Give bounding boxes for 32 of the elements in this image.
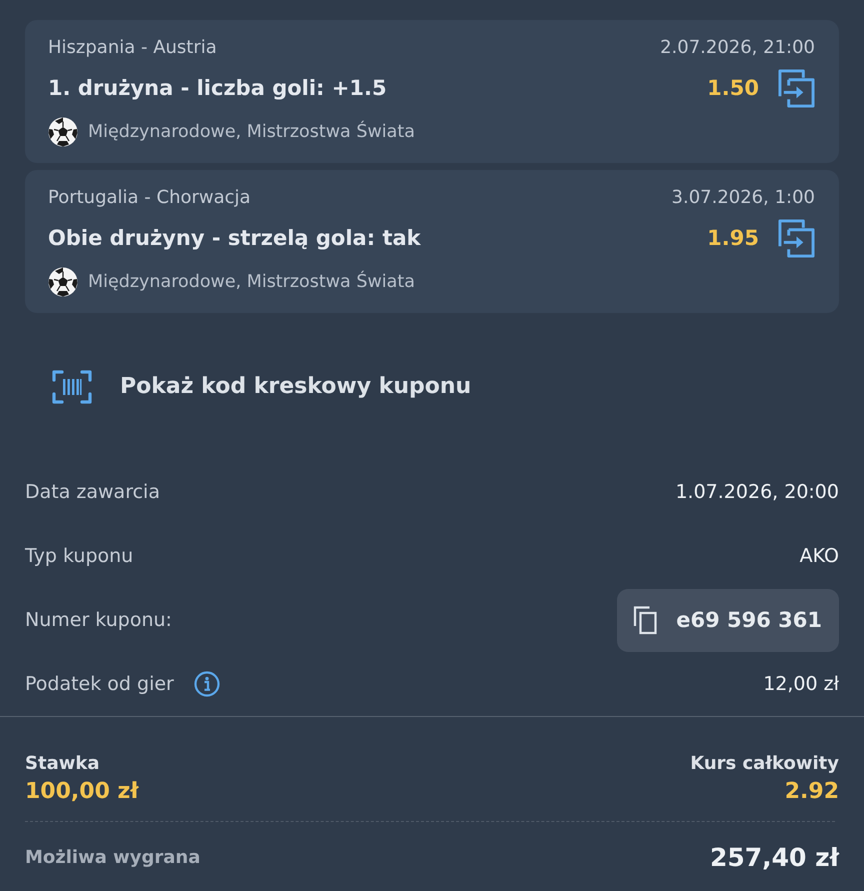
match-datetime: 3.07.2026, 1:00	[672, 186, 815, 208]
total-odds-label: Kurs całkowity	[690, 753, 839, 775]
detail-label: Podatek od gier	[25, 673, 174, 695]
detail-label: Data zawarcia	[25, 481, 160, 503]
league-name: Międzynarodowe, Mistrzostwa Świata	[88, 122, 415, 142]
bet-selection: Obie drużyny - strzelą gola: tak	[48, 226, 421, 250]
copy-bet-icon[interactable]	[778, 218, 815, 258]
copy-icon	[633, 606, 658, 634]
league-name: Międzynarodowe, Mistrzostwa Świata	[88, 272, 415, 292]
stake-label: Stawka	[25, 753, 100, 775]
match-title: Portugalia - Chorwacja	[48, 186, 251, 208]
match-title: Hiszpania - Austria	[48, 36, 217, 58]
bet-selection: 1. drużyna - liczba goli: +1.5	[48, 76, 387, 100]
bet-odds: 1.95	[707, 226, 759, 250]
info-icon[interactable]	[194, 671, 220, 697]
copy-bet-icon[interactable]	[778, 68, 815, 108]
detail-value: 12,00 zł	[763, 673, 839, 695]
soccer-ball-icon	[48, 267, 78, 297]
stake-amount: 100,00 zł	[25, 779, 139, 805]
soccer-ball-icon	[48, 117, 78, 147]
barcode-icon	[52, 370, 92, 404]
show-barcode-button[interactable]: Pokaż kod kreskowy kuponu	[52, 370, 472, 404]
bet-odds: 1.50	[707, 76, 759, 100]
possible-win-label: Możliwa wygrana	[25, 846, 200, 868]
possible-win-amount: 257,40 zł	[710, 842, 839, 872]
total-odds-value: 2.92	[784, 779, 839, 805]
detail-value: AKO	[800, 545, 839, 567]
detail-value: 1.07.2026, 20:00	[675, 481, 839, 503]
detail-label: Typ kuponu	[25, 545, 134, 567]
copy-coupon-number-button[interactable]: e69 596 361	[617, 588, 839, 652]
match-datetime: 2.07.2026, 21:00	[660, 36, 815, 58]
detail-label: Numer kuponu:	[25, 609, 172, 631]
